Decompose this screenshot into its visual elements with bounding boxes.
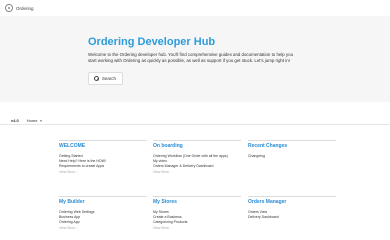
home-menu[interactable]: Home ▼ xyxy=(27,118,43,123)
search-button-label: Search xyxy=(102,75,116,81)
card-title[interactable]: Recent Changes xyxy=(248,143,336,149)
card-title[interactable]: WELCOME xyxy=(59,143,147,149)
card-link[interactable]: Requirements to create Apps xyxy=(59,164,147,169)
logo-icon[interactable] xyxy=(5,4,13,12)
app-name[interactable]: Ordering xyxy=(16,6,34,11)
search-button[interactable]: Search xyxy=(88,71,123,85)
hero-banner: Ordering Developer Hub Welcome to the Or… xyxy=(0,16,390,102)
card-title[interactable]: Orders Manager xyxy=(248,199,336,205)
card-my-builder: My Builder Ordering Web Settings Busines… xyxy=(59,196,147,230)
version-label[interactable]: v4.0 xyxy=(11,118,19,123)
home-menu-label: Home xyxy=(26,118,38,123)
card-title[interactable]: My Builder xyxy=(59,199,147,205)
hero-description: Welcome to the Ordering developer hub. Y… xyxy=(88,52,294,64)
card-link[interactable]: Delivery Dashboard xyxy=(248,215,336,220)
card-link[interactable]: Categorizing Products xyxy=(153,220,241,225)
view-more-link[interactable]: View More... xyxy=(153,170,241,174)
card-my-stores: My Stores My Stores Create a Business Ca… xyxy=(153,196,241,230)
view-more-link[interactable]: View More... xyxy=(59,170,147,174)
card-recent-changes: Recent Changes Changelog xyxy=(248,140,336,159)
top-bar: Ordering xyxy=(0,0,390,16)
view-more-link[interactable]: View More... xyxy=(59,226,147,230)
card-title[interactable]: On boarding xyxy=(153,143,241,149)
version-nav: v4.0 Home ▼ xyxy=(0,117,390,125)
card-link[interactable]: Changelog xyxy=(248,154,336,159)
card-onboarding: On boarding Ordering Workflow (One Order… xyxy=(153,140,241,174)
view-more-link[interactable]: View More... xyxy=(153,226,241,230)
card-orders-manager: Orders Manager Orders View Delivery Dash… xyxy=(248,196,336,220)
card-link[interactable]: Ordering App xyxy=(59,220,147,225)
card-title[interactable]: My Stores xyxy=(153,199,241,205)
hero-content: Ordering Developer Hub Welcome to the Or… xyxy=(88,36,303,86)
card-welcome: WELCOME Getting Started Need Help? Here … xyxy=(59,140,147,174)
chevron-down-icon: ▼ xyxy=(39,118,43,123)
hero-title: Ordering Developer Hub xyxy=(88,36,216,48)
card-link[interactable]: Orders Manager & Delivery Dashboard xyxy=(153,164,241,169)
search-icon xyxy=(94,75,100,81)
